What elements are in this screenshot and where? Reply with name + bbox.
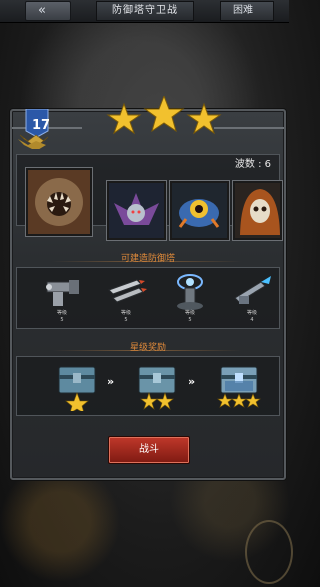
chest-icon xyxy=(217,366,261,408)
back-icon: « xyxy=(38,3,46,18)
fight-button-label: 战斗 xyxy=(139,444,159,455)
tower-level-value: 5 xyxy=(188,317,192,323)
tower-tesla[interactable]: 等级 5 xyxy=(167,268,213,326)
chest-icon xyxy=(138,366,176,410)
gatling-tower-icon xyxy=(46,280,79,306)
level-number: 17 xyxy=(31,118,51,133)
top-bar: « 防御塔守卫战 困难 xyxy=(0,0,289,23)
arrow-icon: » xyxy=(107,375,115,388)
enemy-boss-worm-icon[interactable] xyxy=(26,168,92,236)
reward-chest-3-star[interactable] xyxy=(217,361,261,411)
reward-chest-2-star[interactable] xyxy=(135,361,179,411)
tower-list: 等级 5 等级 5 等级 5 等级 4 xyxy=(16,267,280,329)
tower-level-value: 5 xyxy=(124,317,128,323)
bottom-gear-decoration xyxy=(245,520,293,584)
level-info-panel: 17 波数 : 6 可建造防御塔 等级 5 等级 5 等级 5 等级 4 星级奖… xyxy=(10,96,286,480)
enemy-hooded-skull-icon[interactable] xyxy=(233,181,282,240)
chest-icon xyxy=(58,366,96,414)
page-title: 防御塔守卫战 xyxy=(112,5,178,16)
page-title-plate: 防御塔守卫战 xyxy=(96,1,194,21)
tower-level-label: 等级 xyxy=(246,310,257,316)
tesla-tower-icon xyxy=(177,274,203,310)
star-icon xyxy=(186,102,222,135)
tower-missile[interactable]: 等级 5 xyxy=(103,268,149,326)
tower-level-value: 4 xyxy=(250,317,254,323)
arrow-icon: » xyxy=(188,375,196,388)
star-icon xyxy=(143,96,185,133)
fight-button[interactable]: 战斗 xyxy=(108,436,190,464)
level-stars xyxy=(106,96,222,135)
laser-tower-icon xyxy=(234,276,271,304)
star-reward-list: » » xyxy=(16,356,280,416)
star-icon xyxy=(106,102,142,135)
tower-level-value: 5 xyxy=(60,317,64,323)
rewards-section-title: 星级奖励 xyxy=(129,343,166,353)
tower-level-label: 等级 xyxy=(120,310,131,316)
enemy-purple-beast-icon[interactable] xyxy=(107,181,166,240)
difficulty-selector[interactable]: 困难 xyxy=(220,1,274,21)
tower-laser[interactable]: 等级 4 xyxy=(229,268,275,326)
panel-wing-right xyxy=(214,127,284,129)
tower-level-label: 等级 xyxy=(56,310,67,316)
back-button[interactable]: « xyxy=(25,1,71,21)
tower-gatling[interactable]: 等级 5 xyxy=(39,268,85,326)
enemy-blue-eye-icon[interactable] xyxy=(170,181,229,240)
missile-tower-icon xyxy=(108,279,147,303)
difficulty-label: 困难 xyxy=(233,5,253,16)
towers-section-title: 可建造防御塔 xyxy=(120,254,175,264)
reward-chest-1-star[interactable] xyxy=(55,361,99,414)
tower-level-label: 等级 xyxy=(184,310,195,316)
wave-count: 波数 : 6 xyxy=(234,159,271,170)
